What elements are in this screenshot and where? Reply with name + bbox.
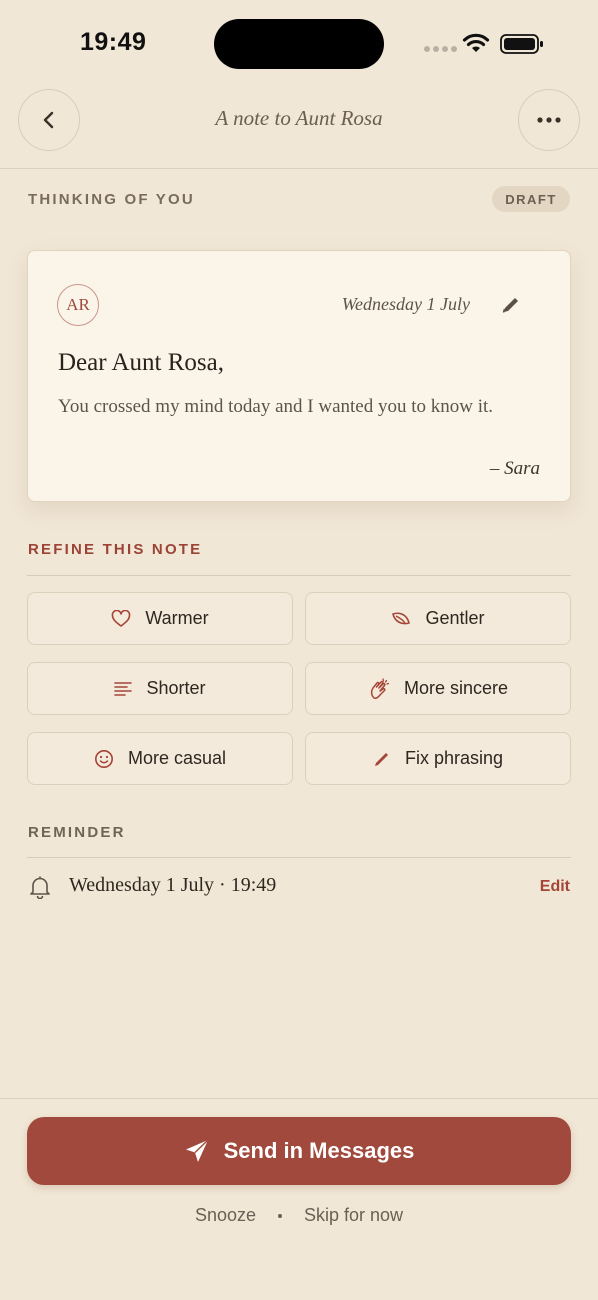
- refine-fix-phrasing-button[interactable]: Fix phrasing: [305, 732, 571, 785]
- bottom-divider: [0, 1098, 598, 1099]
- reminder-datetime: Wednesday 1 July · 19:49: [69, 874, 277, 896]
- refine-warmer-button[interactable]: Warmer: [27, 592, 293, 645]
- status-bar: 19:49: [0, 0, 598, 88]
- skip-for-now-button[interactable]: Skip for now: [304, 1205, 403, 1226]
- section-label-thinking: THINKING OF YOU: [28, 191, 195, 208]
- section-label-refine: REFINE THIS NOTE: [28, 541, 203, 558]
- refine-fix-phrasing-label: Fix phrasing: [404, 748, 504, 768]
- bell-icon: [30, 876, 50, 899]
- refine-more-sincere-label: More sincere: [403, 678, 509, 698]
- refine-warmer-label: Warmer: [145, 608, 209, 628]
- refine-more-casual-button[interactable]: More casual: [27, 732, 293, 785]
- ellipsis-icon: [537, 117, 561, 123]
- refine-shorter-button[interactable]: Shorter: [27, 662, 293, 715]
- page-title: A note to Aunt Rosa: [215, 106, 383, 130]
- more-options-button[interactable]: [518, 89, 580, 151]
- pencil-icon: [374, 752, 388, 766]
- paper-plane-icon: [185, 1139, 209, 1162]
- battery-icon: [500, 34, 543, 54]
- status-time: 19:49: [80, 28, 147, 56]
- heart-icon: [112, 609, 131, 627]
- refine-gentler-label: Gentler: [425, 608, 485, 628]
- section-label-reminder: REMINDER: [28, 824, 126, 841]
- lines-icon: [114, 681, 133, 696]
- refine-more-sincere-button[interactable]: More sincere: [305, 662, 571, 715]
- edit-note-pencil-icon[interactable]: [500, 294, 522, 316]
- refine-more-casual-label: More casual: [127, 748, 227, 768]
- refine-gentler-button[interactable]: Gentler: [305, 592, 571, 645]
- reminder-divider: [27, 857, 571, 858]
- wifi-icon: [462, 33, 490, 52]
- clapping-hands-icon: [370, 677, 390, 699]
- note-card: AR Wednesday 1 July Dear Aunt Rosa, You …: [27, 250, 571, 502]
- dynamic-island: [214, 19, 384, 69]
- send-button-label: Send in Messages: [223, 1138, 415, 1163]
- snooze-button[interactable]: Snooze: [195, 1205, 256, 1226]
- secondary-actions: Snooze Skip for now: [0, 1205, 598, 1226]
- note-body: You crossed my mind today and I wanted y…: [58, 396, 494, 417]
- smiley-icon: [94, 749, 113, 768]
- nav-bar: A note to Aunt Rosa: [0, 88, 598, 169]
- draft-badge: DRAFT: [492, 186, 570, 212]
- leaf-icon: [392, 611, 411, 624]
- note-salutation: Dear Aunt Rosa,: [58, 349, 224, 376]
- cellular-signal-icon: [424, 46, 457, 52]
- note-date: Wednesday 1 July: [341, 294, 470, 314]
- refine-divider: [27, 575, 571, 576]
- recipient-avatar: AR: [57, 284, 99, 326]
- reminder-edit-link[interactable]: Edit: [540, 878, 570, 896]
- separator-dot: [278, 1213, 282, 1218]
- refine-shorter-label: Shorter: [146, 678, 206, 698]
- send-in-messages-button[interactable]: Send in Messages: [27, 1117, 571, 1185]
- note-signature: – Sara: [489, 458, 540, 479]
